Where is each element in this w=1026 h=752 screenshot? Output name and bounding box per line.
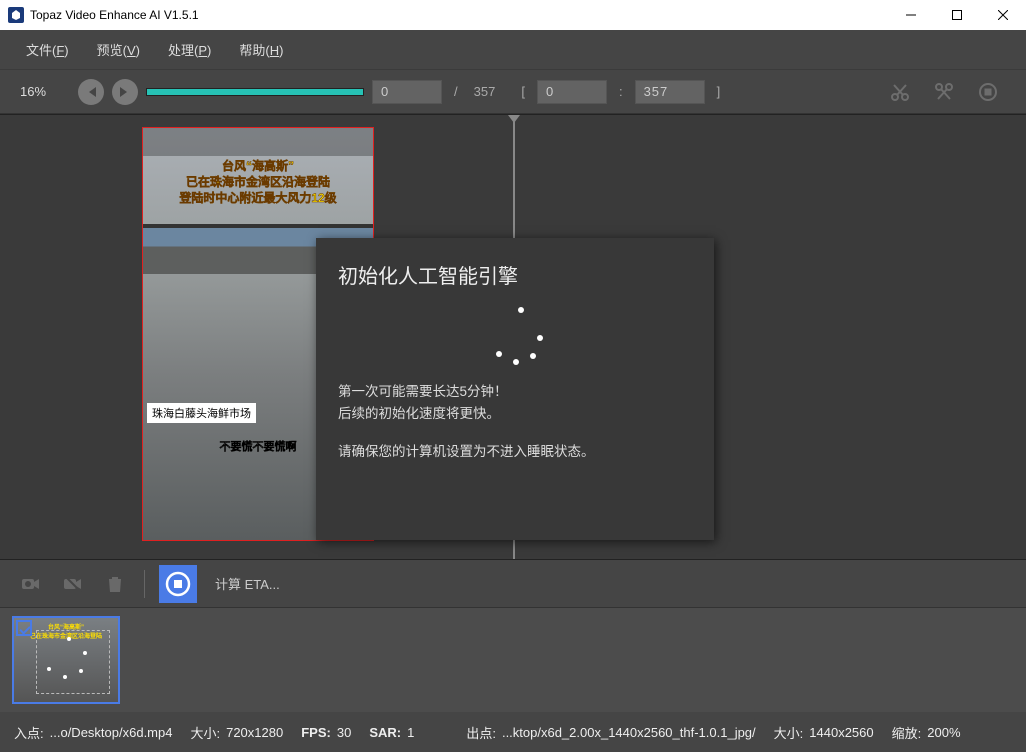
- menu-help[interactable]: 帮助(H): [225, 36, 297, 63]
- size-in-label: 大小:: [190, 723, 220, 742]
- sar-label: SAR:: [369, 725, 401, 740]
- init-ai-modal: 初始化人工智能引擎 第一次可能需要长达5分钟！ 后续的初始化速度将更快。 请确保…: [316, 238, 714, 540]
- out-value: ...ktop/x6d_2.00x_1440x2560_thf-1.0.1_jp…: [502, 725, 756, 740]
- cut-out-button[interactable]: [926, 79, 962, 105]
- size-in-value: 720x1280: [226, 725, 283, 740]
- delete-button: [100, 569, 130, 599]
- in-value: ...o/Desktop/x6d.mp4: [50, 725, 173, 740]
- record-disabled-button: [58, 569, 88, 599]
- queue-item[interactable]: 台风“海高斯”已在珠海市金湾区沿海登陆: [12, 616, 120, 704]
- stop-process-button[interactable]: [159, 565, 197, 603]
- cut-in-button[interactable]: [882, 79, 918, 105]
- menu-process[interactable]: 处理(P): [154, 36, 225, 63]
- menubar: 文件(F) 预览(V) 处理(P) 帮助(H): [0, 30, 1026, 70]
- bracket-open: [: [517, 84, 529, 99]
- scale-label: 缩放:: [892, 723, 922, 742]
- prev-frame-button[interactable]: [78, 79, 104, 105]
- sar-value: 1: [407, 725, 414, 740]
- total-frames: 357: [470, 84, 500, 99]
- record-button: [16, 569, 46, 599]
- check-icon[interactable]: [16, 620, 32, 636]
- size-out-label: 大小:: [774, 723, 804, 742]
- separator: [144, 570, 145, 598]
- timeline-slider[interactable]: [146, 88, 364, 96]
- fps-value: 30: [337, 725, 351, 740]
- titlebar: Topaz Video Enhance AI V1.5.1: [0, 0, 1026, 30]
- loading-spinner-icon: [480, 307, 550, 377]
- modal-line1: 第一次可能需要长达5分钟！: [338, 381, 692, 403]
- modal-line3: 请确保您的计算机设置为不进入睡眠状态。: [338, 441, 692, 463]
- modal-line2: 后续的初始化速度将更快。: [338, 403, 692, 425]
- current-frame-field[interactable]: 0: [372, 80, 442, 104]
- maximize-button[interactable]: [934, 0, 980, 30]
- toolbar: 16% 0 / 357 [ 0 : 357 ]: [0, 70, 1026, 114]
- range-start-field[interactable]: 0: [537, 80, 607, 104]
- range-end-field[interactable]: 357: [635, 80, 705, 104]
- processing-overlay-icon: [36, 630, 110, 694]
- zoom-level[interactable]: 16%: [20, 84, 70, 99]
- size-out-value: 1440x2560: [809, 725, 873, 740]
- action-bar: 计算 ETA...: [0, 560, 1026, 608]
- video-caption: 台风“海高斯” 已在珠海市金湾区沿海登陆 登陆时中心附近最大风力12级: [143, 156, 373, 206]
- range-sep: :: [615, 84, 627, 99]
- next-frame-button[interactable]: [112, 79, 138, 105]
- bracket-close: ]: [713, 84, 725, 99]
- queue-strip: 台风“海高斯”已在珠海市金湾区沿海登陆: [0, 608, 1026, 712]
- stop-preview-button[interactable]: [970, 79, 1006, 105]
- modal-title: 初始化人工智能引擎: [338, 260, 692, 289]
- close-button[interactable]: [980, 0, 1026, 30]
- out-label: 出点:: [466, 723, 496, 742]
- window-title: Topaz Video Enhance AI V1.5.1: [30, 8, 199, 22]
- fps-label: FPS:: [301, 725, 331, 740]
- eta-label: 计算 ETA...: [215, 574, 280, 593]
- minimize-button[interactable]: [888, 0, 934, 30]
- menu-file[interactable]: 文件(F): [12, 36, 83, 63]
- frame-separator: /: [450, 84, 462, 99]
- scale-value: 200%: [927, 725, 960, 740]
- status-bar: 入点: ...o/Desktop/x6d.mp4 大小: 720x1280 FP…: [0, 712, 1026, 752]
- in-label: 入点:: [14, 723, 44, 742]
- menu-preview[interactable]: 预览(V): [83, 36, 154, 63]
- video-location-tag: 珠海白藤头海鲜市场: [147, 403, 256, 423]
- divider-handle-icon[interactable]: [508, 115, 520, 127]
- app-logo-icon: [8, 7, 24, 23]
